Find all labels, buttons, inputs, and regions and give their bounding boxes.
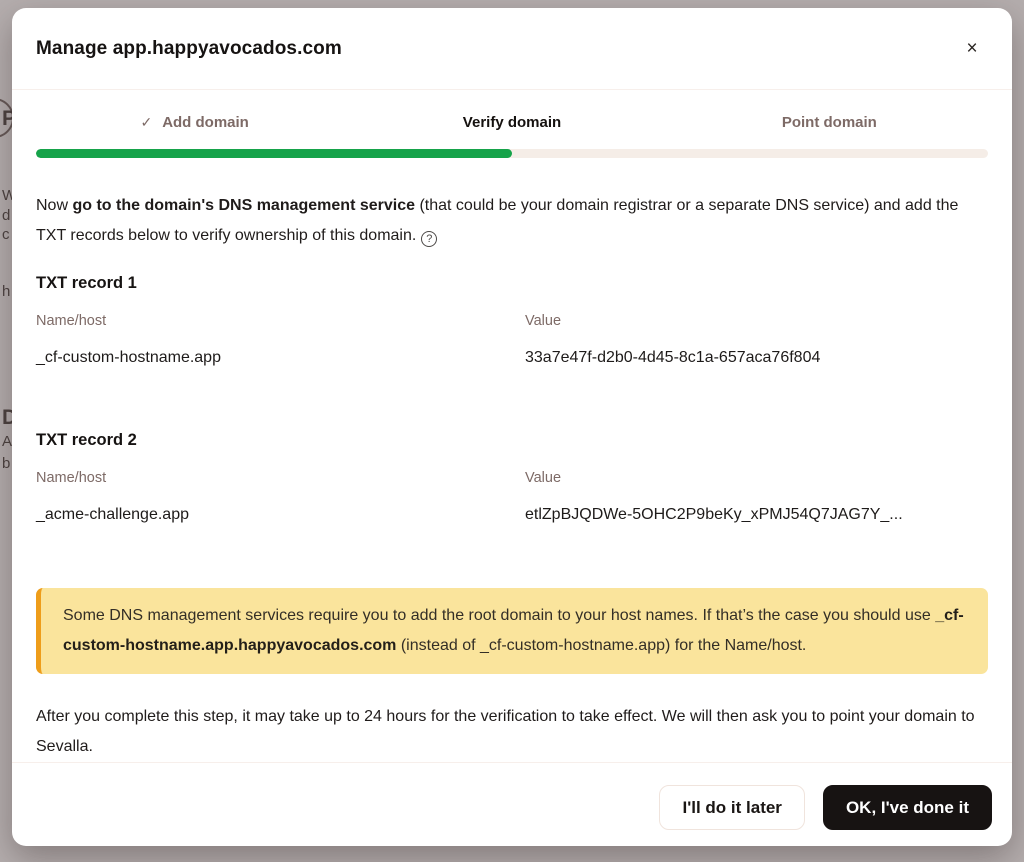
txt-record-1-title: TXT record 1 [36, 274, 988, 293]
step-point-domain: Point domain [671, 114, 988, 131]
txt-record-2-grid: Name/host _acme-challenge.app Value etlZ… [36, 470, 988, 524]
dns-warning-callout: Some DNS management services require you… [36, 588, 988, 674]
verification-note: After you complete this step, it may tak… [36, 702, 988, 762]
help-icon[interactable]: ? [421, 231, 437, 247]
instructions-paragraph: Now go to the domain's DNS management se… [36, 191, 988, 251]
brand-name: Sevalla [36, 738, 88, 755]
manage-domain-modal: Manage app.happyavocados.com × ✓ Add dom… [12, 8, 1012, 846]
modal-footer: I'll do it later OK, I've done it [12, 762, 1012, 846]
record-value: 33a7e47f-d2b0-4d45-8c1a-657aca76f804 [525, 349, 988, 367]
close-icon[interactable]: × [956, 33, 988, 65]
warning-text: Some DNS management services require you… [63, 607, 935, 624]
instructions-bold-text: go to the domain's DNS management servic… [72, 197, 415, 214]
step-verify-domain: Verify domain [353, 114, 670, 131]
txt-record-1-grid: Name/host _cf-custom-hostname.app Value … [36, 313, 988, 367]
step-label: Add domain [162, 114, 249, 131]
do-it-later-button[interactable]: I'll do it later [659, 785, 804, 830]
modal-header: Manage app.happyavocados.com × [12, 8, 1012, 90]
value-column: Value etlZpBJQDWe-5OHC2P9beKy_xPMJ54Q7JA… [525, 470, 988, 524]
modal-title: Manage app.happyavocados.com [36, 38, 342, 60]
step-label: Verify domain [463, 114, 561, 131]
value-label: Value [525, 470, 988, 486]
wizard-stepper: ✓ Add domain Verify domain Point domain [36, 114, 988, 131]
name-host-label: Name/host [36, 470, 525, 486]
name-host-value: _cf-custom-hostname.app [36, 349, 525, 367]
name-host-column: Name/host _acme-challenge.app [36, 470, 525, 524]
progress-fill [36, 149, 512, 158]
ok-done-button[interactable]: OK, I've done it [823, 785, 992, 830]
value-column: Value 33a7e47f-d2b0-4d45-8c1a-657aca76f8… [525, 313, 988, 367]
instructions-text: Now [36, 197, 72, 214]
txt-record-2-section: TXT record 2 Name/host _acme-challenge.a… [36, 431, 988, 524]
name-host-label: Name/host [36, 313, 525, 329]
note-text: . [88, 738, 92, 755]
check-icon: ✓ [140, 114, 152, 131]
record-value: etlZpBJQDWe-5OHC2P9beKy_xPMJ54Q7JAG7Y_..… [525, 506, 988, 524]
name-host-value: _acme-challenge.app [36, 506, 525, 524]
step-label: Point domain [782, 114, 877, 131]
warning-text: (instead of _cf-custom-hostname.app) for… [396, 637, 806, 654]
txt-record-1-section: TXT record 1 Name/host _cf-custom-hostna… [36, 274, 988, 367]
step-add-domain: ✓ Add domain [36, 114, 353, 131]
value-label: Value [525, 313, 988, 329]
name-host-column: Name/host _cf-custom-hostname.app [36, 313, 525, 367]
progress-bar [36, 149, 988, 158]
note-text: After you complete this step, it may tak… [36, 708, 975, 725]
txt-record-2-title: TXT record 2 [36, 431, 988, 450]
